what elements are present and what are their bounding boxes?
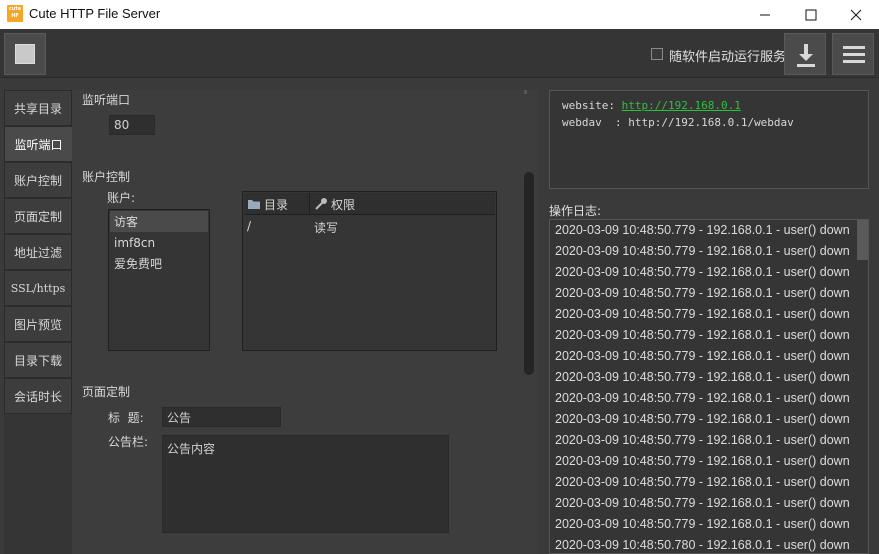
key-icon — [315, 198, 327, 210]
permission-table[interactable]: 目录 权限 / 读写 — [242, 191, 497, 351]
log-line: 2020-03-09 10:48:50.780 - 192.168.0.1 - … — [555, 538, 850, 552]
window-title: Cute HTTP File Server — [29, 6, 161, 21]
nav-item-dir-download[interactable]: 目录下载 — [4, 342, 72, 378]
section-title-account: 账户控制 — [82, 170, 131, 184]
title-bar: cute HF Cute HTTP File Server — [0, 0, 879, 29]
minimize-icon — [760, 14, 770, 15]
log-line: 2020-03-09 10:48:50.779 - 192.168.0.1 - … — [555, 454, 850, 468]
log-line: 2020-03-09 10:48:50.779 - 192.168.0.1 - … — [555, 286, 850, 300]
webdav-line: webdav : http://192.168.0.1/webdav — [562, 114, 856, 131]
column-header-permission[interactable]: 权限 — [311, 193, 495, 215]
log-line: 2020-03-09 10:48:50.779 - 192.168.0.1 - … — [555, 433, 850, 447]
website-link[interactable]: http://192.168.0.1 — [622, 99, 741, 112]
stop-icon — [15, 44, 35, 64]
autostart-checkbox[interactable] — [651, 48, 663, 60]
maximize-icon — [805, 9, 817, 20]
nav-item-label: SSL/https — [10, 281, 66, 295]
folder-icon — [248, 200, 260, 209]
section-title-port: 监听端口 — [82, 93, 131, 107]
log-line: 2020-03-09 10:48:50.779 - 192.168.0.1 - … — [555, 223, 850, 237]
nav-item-session-time[interactable]: 会话时长 — [4, 378, 72, 414]
users-label: 账户: — [107, 191, 136, 205]
list-item[interactable]: imf8cn — [110, 232, 208, 253]
autostart-label: 随软件启动运行服务 — [669, 50, 787, 65]
user-list[interactable]: 访客 imf8cn 爱免费吧 — [108, 209, 210, 351]
log-line: 2020-03-09 10:48:50.779 - 192.168.0.1 - … — [555, 391, 850, 405]
log-line: 2020-03-09 10:48:50.779 - 192.168.0.1 - … — [555, 475, 850, 489]
heading-input[interactable]: 公告 — [162, 407, 281, 427]
settings-scrollbar[interactable] — [524, 172, 534, 375]
log-line: 2020-03-09 10:48:50.779 - 192.168.0.1 - … — [555, 349, 850, 363]
log-line: 2020-03-09 10:48:50.779 - 192.168.0.1 - … — [555, 496, 850, 510]
nav-item-account[interactable]: 账户控制 — [4, 162, 72, 198]
nav-item-label: 图片预览 — [13, 317, 62, 332]
nav-item-page-custom[interactable]: 页面定制 — [4, 198, 72, 234]
nav-item-label: 共享目录 — [13, 101, 62, 116]
column-header-dir[interactable]: 目录 — [244, 193, 310, 215]
table-header: 目录 权限 — [244, 193, 495, 215]
nav-item-label: 账户控制 — [13, 173, 62, 188]
log-line: 2020-03-09 10:48:50.779 - 192.168.0.1 - … — [555, 328, 850, 342]
table-cell-permission: 读写 — [314, 221, 339, 235]
column-header-label: 目录 — [264, 197, 289, 212]
toolbar: 随软件启动运行服务 — [0, 29, 879, 78]
column-header-label: 权限 — [331, 197, 356, 212]
nav-item-listen-port[interactable]: 监听端口 — [4, 126, 72, 162]
table-row[interactable]: / 读写 — [244, 216, 495, 236]
settings-panel: 监听端口 80 账户控制 账户: 访客 imf8cn 爱免费吧 目录 权限 / … — [72, 90, 538, 554]
scroll-up-arrow[interactable] — [524, 90, 527, 94]
close-icon — [850, 9, 862, 20]
app-logo-icon: cute HF — [7, 5, 23, 22]
nav-item-label: 页面定制 — [13, 209, 62, 224]
settings-nav: 共享目录 监听端口 账户控制 页面定制 地址过滤 SSL/https 图片预览 … — [4, 90, 72, 554]
log-line: 2020-03-09 10:48:50.779 - 192.168.0.1 - … — [555, 517, 850, 531]
nav-item-label: 监听端口 — [14, 137, 63, 152]
website-line: website: http://192.168.0.1 — [562, 97, 856, 114]
webdav-url: http://192.168.0.1/webdav — [628, 116, 794, 129]
nav-item-shared-dir[interactable]: 共享目录 — [4, 90, 72, 126]
menu-button[interactable] — [832, 33, 874, 75]
section-title-page: 页面定制 — [82, 385, 131, 399]
table-cell-dir: / — [247, 219, 252, 233]
service-url-box: website: http://192.168.0.1 webdav : htt… — [549, 90, 869, 189]
log-line: 2020-03-09 10:48:50.779 - 192.168.0.1 - … — [555, 244, 850, 258]
website-label: website: — [562, 99, 622, 112]
list-item[interactable]: 访客 — [110, 211, 208, 232]
nav-item-ip-filter[interactable]: 地址过滤 — [4, 234, 72, 270]
log-line: 2020-03-09 10:48:50.779 - 192.168.0.1 - … — [555, 370, 850, 384]
minimize-button[interactable] — [742, 0, 788, 29]
log-line: 2020-03-09 10:48:50.779 - 192.168.0.1 - … — [555, 412, 850, 426]
nav-item-label: 目录下载 — [13, 353, 62, 368]
download-icon — [797, 44, 815, 67]
port-input[interactable]: 80 — [109, 115, 155, 135]
notice-textarea[interactable]: 公告内容 — [162, 435, 449, 533]
nav-item-label: 地址过滤 — [13, 245, 62, 260]
download-button[interactable] — [784, 33, 826, 75]
log-line: 2020-03-09 10:48:50.779 - 192.168.0.1 - … — [555, 265, 850, 279]
nav-item-label: 会话时长 — [13, 389, 62, 404]
menu-icon — [843, 46, 865, 63]
server-toggle-button[interactable] — [4, 33, 46, 75]
heading-label: 标 题: — [108, 411, 144, 425]
notice-label: 公告栏: — [108, 435, 149, 449]
close-button[interactable] — [833, 0, 879, 29]
log-scrollbar[interactable] — [857, 220, 868, 260]
log-title: 操作日志: — [549, 204, 602, 218]
maximize-button[interactable] — [788, 0, 834, 29]
log-line: 2020-03-09 10:48:50.779 - 192.168.0.1 - … — [555, 307, 850, 321]
nav-item-image-preview[interactable]: 图片预览 — [4, 306, 72, 342]
list-item[interactable]: 爱免费吧 — [110, 253, 208, 274]
log-list[interactable]: 2020-03-09 10:48:50.779 - 192.168.0.1 - … — [549, 219, 869, 554]
webdav-label: webdav : — [562, 116, 629, 129]
nav-item-ssl[interactable]: SSL/https — [4, 270, 72, 306]
